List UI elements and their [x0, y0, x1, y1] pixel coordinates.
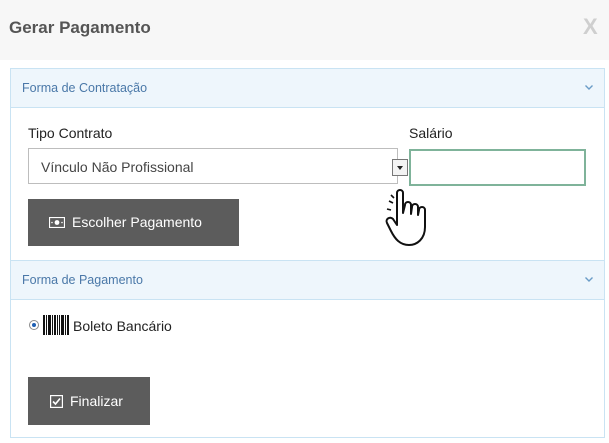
- close-button[interactable]: X: [583, 14, 598, 40]
- boleto-label[interactable]: Boleto Bancário: [73, 318, 172, 334]
- tipo-contrato-value: Vínculo Não Profissional: [41, 159, 194, 175]
- escolher-pagamento-label: Escolher Pagamento: [72, 214, 202, 230]
- section-header-pagamento[interactable]: Forma de Pagamento: [11, 260, 604, 300]
- salario-input[interactable]: [409, 149, 586, 186]
- dialog-header: Gerar Pagamento X: [0, 0, 609, 60]
- chevron-down-icon[interactable]: [584, 82, 594, 92]
- hand-pointer-icon: [385, 189, 426, 246]
- dialog-title: Gerar Pagamento: [9, 18, 151, 37]
- section-title-contratacao: Forma de Contratação: [22, 81, 148, 95]
- finalizar-label: Finalizar: [70, 393, 123, 409]
- check-square-icon: [50, 395, 63, 408]
- money-icon: [49, 217, 65, 228]
- finalizar-button[interactable]: Finalizar: [28, 377, 150, 425]
- escolher-pagamento-button[interactable]: Escolher Pagamento: [28, 199, 239, 246]
- section-header-contratacao[interactable]: Forma de Contratação: [11, 69, 604, 108]
- tipo-contrato-label: Tipo Contrato: [28, 125, 113, 141]
- tipo-contrato-select[interactable]: Vínculo Não Profissional: [28, 148, 408, 184]
- payment-panel: Forma de Contratação Tipo Contrato Salár…: [10, 68, 605, 438]
- section-title-pagamento: Forma de Pagamento: [22, 273, 143, 287]
- salario-label: Salário: [409, 125, 453, 141]
- dropdown-arrow-icon[interactable]: [392, 159, 408, 176]
- boleto-radio[interactable]: [29, 320, 39, 330]
- barcode-icon: [43, 315, 69, 335]
- chevron-down-icon[interactable]: [584, 274, 594, 284]
